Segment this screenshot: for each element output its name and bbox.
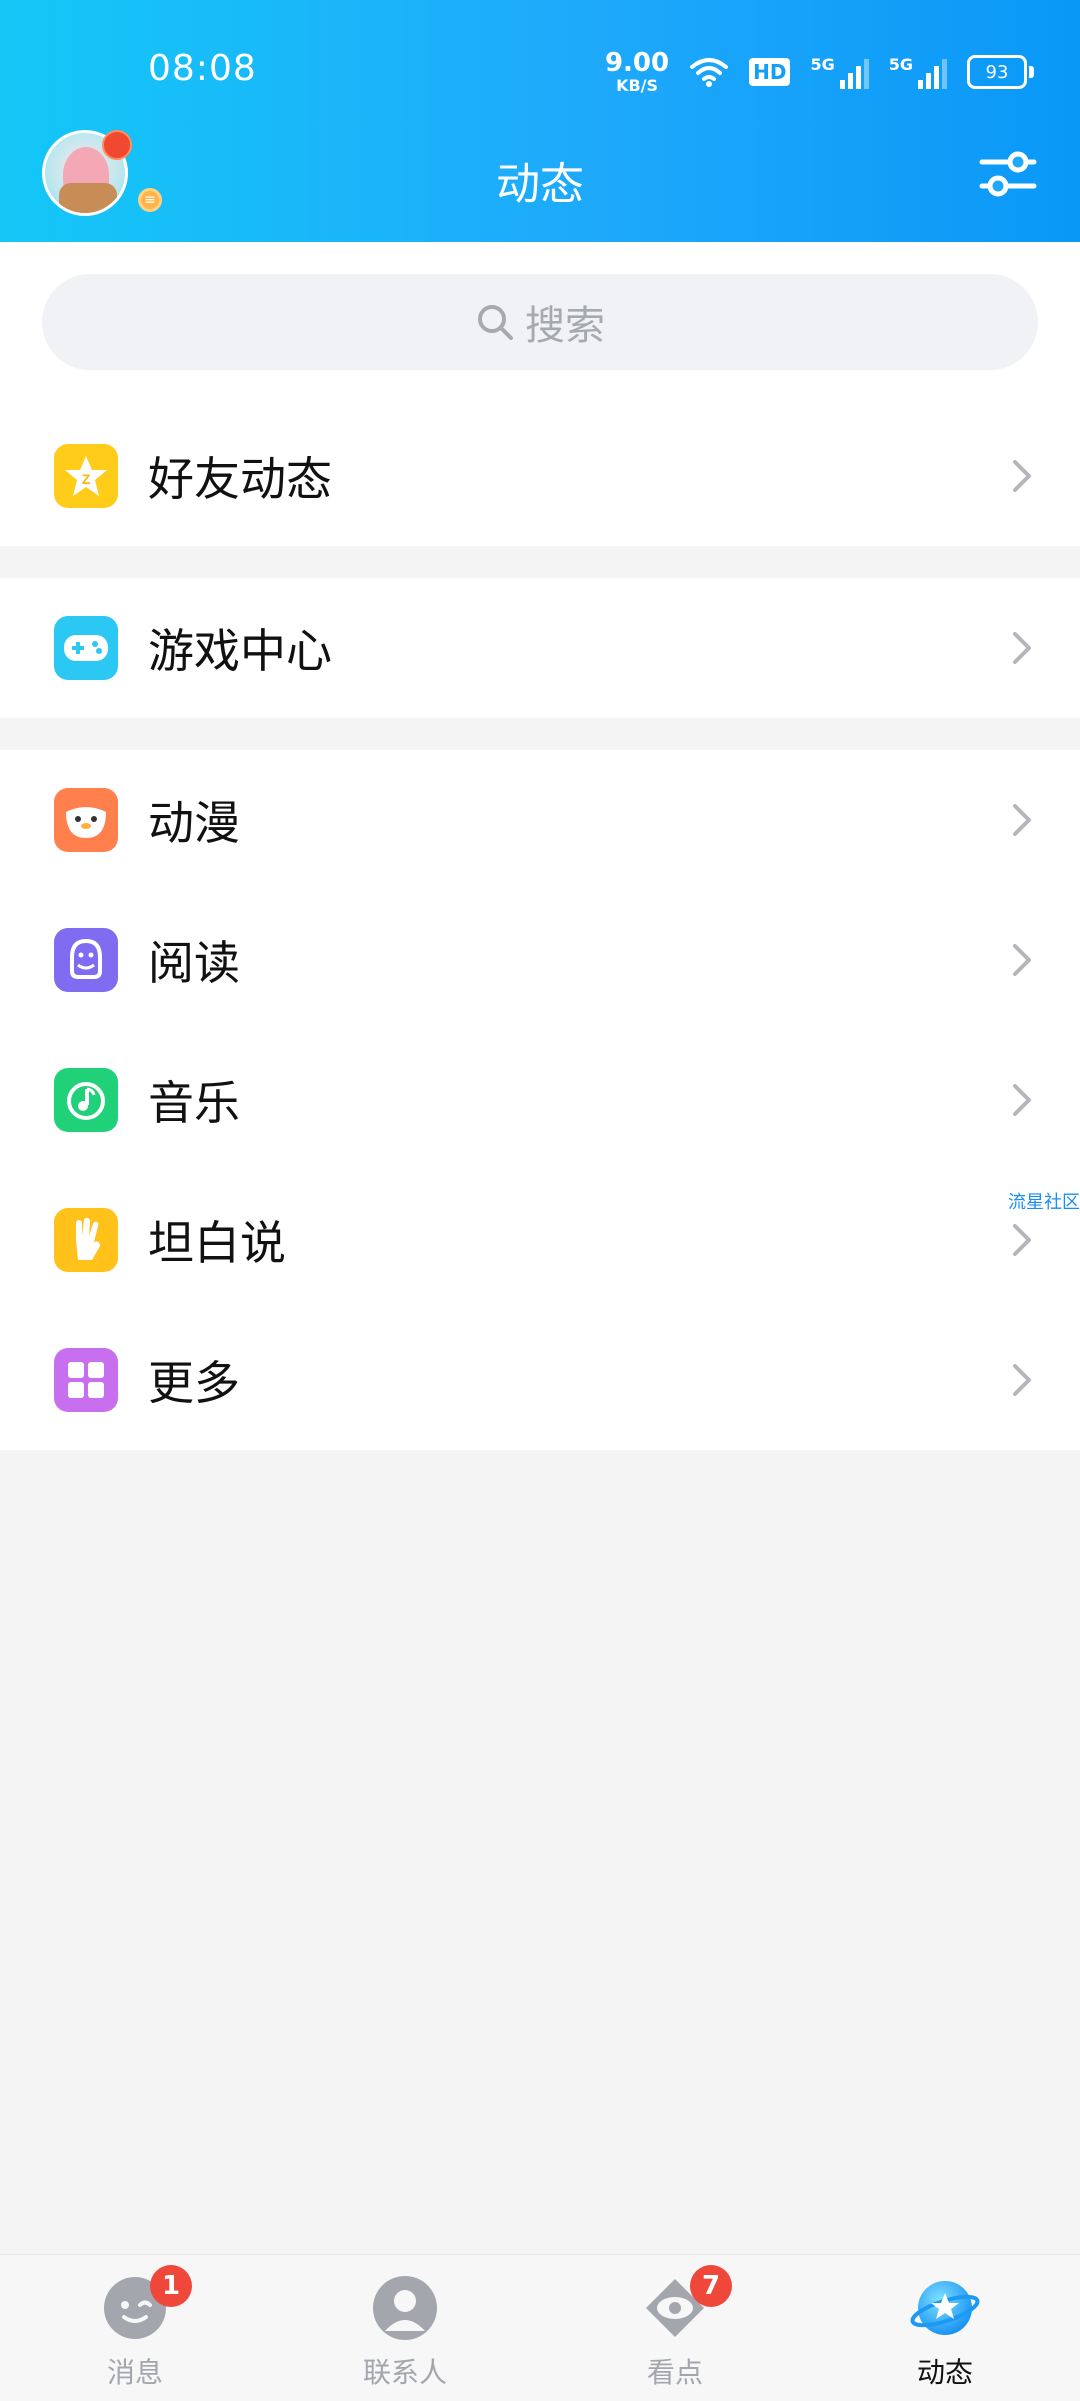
tab-label: 联系人: [362, 2356, 447, 2389]
contact-person-icon: [373, 2276, 437, 2340]
menu-item-reading[interactable]: 阅读: [0, 890, 1080, 1030]
menu-group-games: 游戏中心: [0, 578, 1080, 718]
status-icons: 9.00 KB/S HD 5G 5G 93: [605, 48, 1034, 96]
qzone-star-icon: Z: [54, 444, 118, 508]
menu-item-comic[interactable]: 动漫: [0, 750, 1080, 890]
tab-messages[interactable]: 1 消息: [0, 2255, 270, 2401]
svg-text:Z: Z: [82, 471, 91, 487]
menu-item-confession[interactable]: 坦白说: [0, 1170, 1080, 1310]
signal-sim1-icon: 5G: [810, 55, 869, 89]
chevron-right-icon: [1013, 632, 1031, 664]
menu-item-label: 音乐: [148, 1076, 240, 1130]
menu-item-label: 游戏中心: [148, 624, 332, 678]
reading-penguin-icon: [54, 928, 118, 992]
menu-item-label: 坦白说: [148, 1216, 286, 1270]
menu-item-label: 阅读: [148, 936, 240, 990]
menu-item-label: 动漫: [148, 796, 240, 850]
menu-group-services: 动漫 阅读 音乐 坦白说 更多: [0, 750, 1080, 1450]
chevron-right-icon: [1013, 460, 1031, 492]
tab-kandian[interactable]: 7 看点: [540, 2255, 810, 2401]
music-note-icon: [54, 1068, 118, 1132]
tab-feed[interactable]: 动态: [810, 2255, 1080, 2401]
unread-badge: 7: [690, 2265, 732, 2307]
battery-icon: 93: [967, 55, 1034, 89]
chevron-right-icon: [1013, 804, 1031, 836]
filter-settings-icon[interactable]: [978, 146, 1038, 202]
grid-icon: [54, 1348, 118, 1412]
hand-icon: [54, 1208, 118, 1272]
page-title: 动态: [496, 159, 584, 210]
comic-face-icon: [54, 788, 118, 852]
star-planet-icon: [910, 2281, 980, 2335]
search-placeholder: 搜索: [525, 303, 605, 349]
bottom-tab-bar: 1 消息 联系人 7 看点 动态: [0, 2254, 1080, 2401]
tab-label: 看点: [646, 2356, 703, 2389]
menu-item-more[interactable]: 更多: [0, 1310, 1080, 1450]
side-floating-tag[interactable]: 流星社区: [1008, 1188, 1080, 1214]
chevron-right-icon: [1013, 944, 1031, 976]
menu-item-music[interactable]: 音乐: [0, 1030, 1080, 1170]
gamepad-icon: [54, 616, 118, 680]
status-time: 08:08: [148, 48, 257, 89]
unread-badge: 1: [150, 2265, 192, 2307]
tab-label: 消息: [106, 2356, 163, 2389]
menu-item-label: 好友动态: [148, 452, 332, 506]
menu-item-game-center[interactable]: 游戏中心: [0, 578, 1080, 718]
tab-label: 动态: [916, 2356, 973, 2389]
menu-group-friends: Z 好友动态: [0, 406, 1080, 546]
menu-item-friend-feed[interactable]: Z 好友动态: [0, 406, 1080, 546]
wifi-icon: [690, 58, 729, 87]
chevron-right-icon: [1013, 1084, 1031, 1116]
header-bar: 08:08 9.00 KB/S HD 5G 5G 93 ≡ 动态: [0, 0, 1080, 242]
hd-voice-icon: HD: [749, 58, 791, 86]
menu-item-label: 更多: [148, 1356, 240, 1410]
network-speed: 9.00 KB/S: [604, 48, 670, 95]
tab-contacts[interactable]: 联系人: [270, 2255, 540, 2401]
chevron-right-icon: [1013, 1224, 1031, 1256]
search-icon: [478, 305, 513, 340]
signal-sim2-icon: 5G: [889, 55, 947, 89]
search-section: 搜索: [0, 242, 1080, 412]
search-input[interactable]: 搜索: [42, 274, 1038, 370]
chevron-right-icon: [1013, 1364, 1031, 1396]
